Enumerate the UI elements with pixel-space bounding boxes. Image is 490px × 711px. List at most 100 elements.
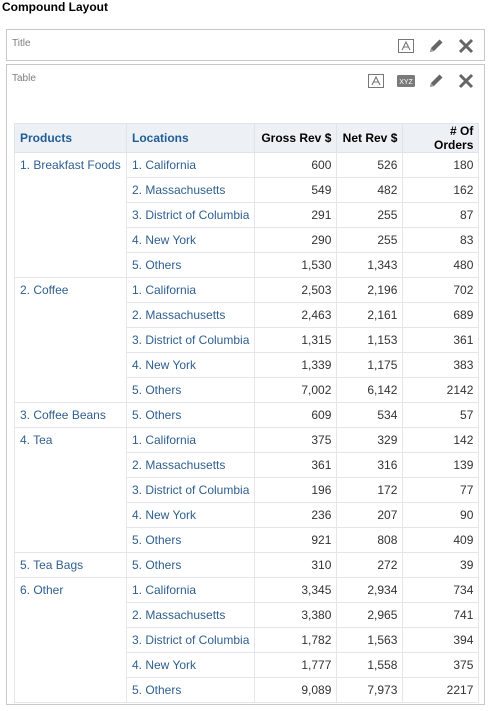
location-cell[interactable]: 4. New York bbox=[125, 227, 256, 253]
xyz-icon[interactable]: XYZ bbox=[396, 71, 416, 91]
column-header-locations[interactable]: Locations bbox=[125, 123, 256, 153]
product-cell[interactable]: 4. Tea bbox=[14, 427, 127, 553]
location-cell[interactable]: 1. California bbox=[125, 577, 256, 603]
orders-cell: 180 bbox=[402, 152, 480, 178]
net-rev-cell: 1,153 bbox=[336, 327, 404, 353]
net-rev-cell: 2,965 bbox=[336, 602, 404, 628]
gross-rev-cell: 549 bbox=[254, 177, 338, 203]
close-icon[interactable] bbox=[456, 36, 476, 56]
location-cell[interactable]: 5. Others bbox=[125, 527, 256, 553]
orders-cell: 375 bbox=[402, 652, 480, 678]
product-cell[interactable]: 2. Coffee bbox=[14, 277, 127, 403]
orders-cell: 77 bbox=[402, 477, 480, 503]
title-view-toolbar bbox=[396, 36, 476, 56]
table-row: 6. Other 1. California 3,345 2,934 734 bbox=[14, 577, 480, 703]
orders-cell: 689 bbox=[402, 302, 480, 328]
location-cell[interactable]: 2. Massachusetts bbox=[125, 302, 256, 328]
location-cell[interactable]: 3. District of Columbia bbox=[125, 477, 256, 503]
location-cell[interactable]: 5. Others bbox=[125, 252, 256, 278]
location-cell[interactable]: 2. Massachusetts bbox=[125, 177, 256, 203]
table-row: 2. Coffee 1. California 2,503 2,196 702 bbox=[14, 277, 480, 403]
location-cell[interactable]: 4. New York bbox=[125, 352, 256, 378]
pivot-table: Products Locations Gross Rev $ Net Rev $… bbox=[14, 123, 480, 703]
gross-rev-cell: 2,503 bbox=[254, 277, 338, 303]
gross-rev-cell: 1,782 bbox=[254, 627, 338, 653]
orders-cell: 394 bbox=[402, 627, 480, 653]
gross-rev-cell: 1,339 bbox=[254, 352, 338, 378]
gross-rev-cell: 1,530 bbox=[254, 252, 338, 278]
column-header-net-rev[interactable]: Net Rev $ bbox=[336, 123, 404, 153]
gross-rev-cell: 9,089 bbox=[254, 677, 338, 703]
orders-cell: 139 bbox=[402, 452, 480, 478]
location-cell[interactable]: 5. Others bbox=[125, 552, 256, 578]
location-cell[interactable]: 3. District of Columbia bbox=[125, 202, 256, 228]
location-cell[interactable]: 4. New York bbox=[125, 502, 256, 528]
format-text-icon[interactable] bbox=[396, 36, 416, 56]
orders-cell: 90 bbox=[402, 502, 480, 528]
net-rev-cell: 6,142 bbox=[336, 377, 404, 403]
orders-cell: 83 bbox=[402, 227, 480, 253]
svg-text:XYZ: XYZ bbox=[399, 79, 413, 86]
net-rev-cell: 1,558 bbox=[336, 652, 404, 678]
location-cell[interactable]: 1. California bbox=[125, 277, 256, 303]
orders-cell: 383 bbox=[402, 352, 480, 378]
table-view-label: Table bbox=[12, 73, 36, 84]
location-cell[interactable]: 1. California bbox=[125, 427, 256, 453]
location-cell[interactable]: 3. District of Columbia bbox=[125, 627, 256, 653]
gross-rev-cell: 3,345 bbox=[254, 577, 338, 603]
orders-cell: 480 bbox=[402, 252, 480, 278]
orders-cell: 734 bbox=[402, 577, 480, 603]
orders-cell: 741 bbox=[402, 602, 480, 628]
gross-rev-cell: 1,777 bbox=[254, 652, 338, 678]
title-view-panel: Title bbox=[6, 29, 485, 61]
net-rev-cell: 207 bbox=[336, 502, 404, 528]
orders-cell: 2217 bbox=[402, 677, 480, 703]
net-rev-cell: 2,196 bbox=[336, 277, 404, 303]
net-rev-cell: 1,343 bbox=[336, 252, 404, 278]
column-header-orders[interactable]: # Of Orders bbox=[402, 123, 480, 153]
gross-rev-cell: 196 bbox=[254, 477, 338, 503]
location-cell[interactable]: 4. New York bbox=[125, 652, 256, 678]
table-row: 3. Coffee Beans 5. Others 609 534 57 bbox=[14, 402, 480, 428]
location-cell[interactable]: 1. California bbox=[125, 152, 256, 178]
orders-cell: 361 bbox=[402, 327, 480, 353]
table-header-row: Products Locations Gross Rev $ Net Rev $… bbox=[14, 123, 480, 153]
column-header-gross-rev[interactable]: Gross Rev $ bbox=[254, 123, 338, 153]
orders-cell: 57 bbox=[402, 402, 480, 428]
net-rev-cell: 808 bbox=[336, 527, 404, 553]
net-rev-cell: 316 bbox=[336, 452, 404, 478]
pencil-icon[interactable] bbox=[426, 36, 446, 56]
location-cell[interactable]: 5. Others bbox=[125, 402, 256, 428]
orders-cell: 39 bbox=[402, 552, 480, 578]
product-cell[interactable]: 5. Tea Bags bbox=[14, 552, 127, 578]
table-body: 1. Breakfast Foods 1. California 600 526 180… bbox=[14, 152, 480, 703]
table-row: 1. Breakfast Foods 1. California 600 526 180 bbox=[14, 152, 480, 278]
location-cell[interactable]: 5. Others bbox=[125, 677, 256, 703]
product-cell[interactable]: 6. Other bbox=[14, 577, 127, 703]
net-rev-cell: 255 bbox=[336, 227, 404, 253]
table-row: 4. Tea 1. California 375 329 142 bbox=[14, 427, 480, 553]
location-cell[interactable]: 3. District of Columbia bbox=[125, 327, 256, 353]
table-view-panel: Table XYZ Products Locations Gross Rev $… bbox=[6, 64, 485, 705]
column-header-products[interactable]: Products bbox=[14, 123, 127, 153]
net-rev-cell: 272 bbox=[336, 552, 404, 578]
gross-rev-cell: 290 bbox=[254, 227, 338, 253]
net-rev-cell: 534 bbox=[336, 402, 404, 428]
gross-rev-cell: 291 bbox=[254, 202, 338, 228]
gross-rev-cell: 310 bbox=[254, 552, 338, 578]
format-text-icon[interactable] bbox=[366, 71, 386, 91]
gross-rev-cell: 361 bbox=[254, 452, 338, 478]
net-rev-cell: 329 bbox=[336, 427, 404, 453]
location-cell[interactable]: 2. Massachusetts bbox=[125, 452, 256, 478]
gross-rev-cell: 921 bbox=[254, 527, 338, 553]
net-rev-cell: 1,175 bbox=[336, 352, 404, 378]
pencil-icon[interactable] bbox=[426, 71, 446, 91]
orders-cell: 702 bbox=[402, 277, 480, 303]
location-cell[interactable]: 2. Massachusetts bbox=[125, 602, 256, 628]
orders-cell: 409 bbox=[402, 527, 480, 553]
title-view-label: Title bbox=[12, 38, 31, 49]
product-cell[interactable]: 3. Coffee Beans bbox=[14, 402, 127, 428]
product-cell[interactable]: 1. Breakfast Foods bbox=[14, 152, 127, 278]
close-icon[interactable] bbox=[456, 71, 476, 91]
location-cell[interactable]: 5. Others bbox=[125, 377, 256, 403]
